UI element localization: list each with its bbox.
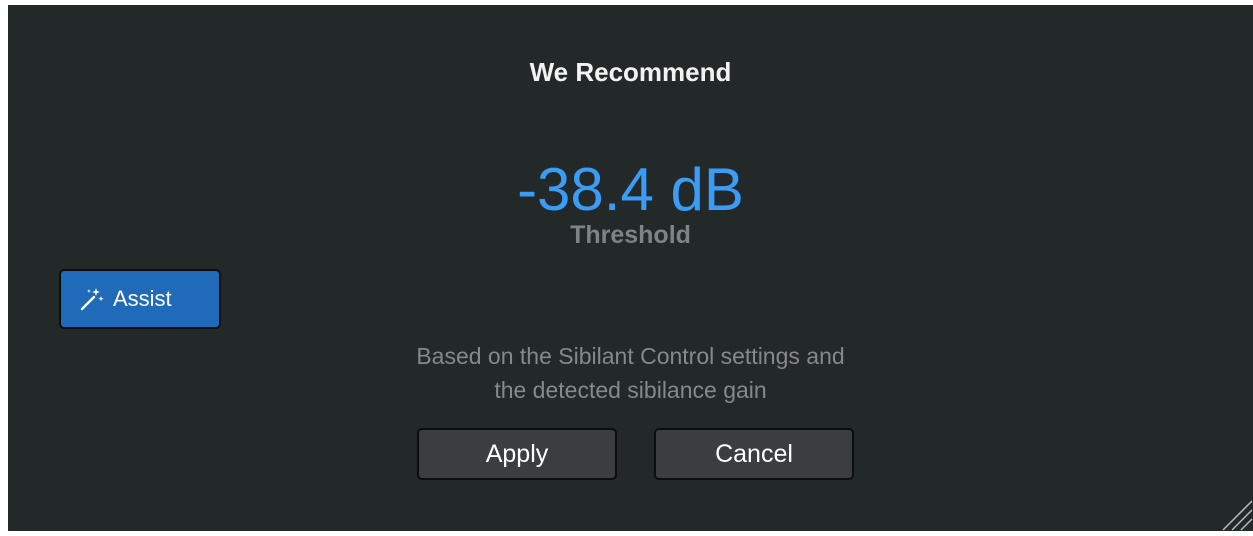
- assist-button-label: Assist: [113, 286, 172, 311]
- cancel-button[interactable]: Cancel: [654, 428, 854, 480]
- recommendation-description: Based on the Sibilant Control settings a…: [8, 339, 1253, 407]
- description-line-1: Based on the Sibilant Control settings a…: [416, 343, 845, 369]
- magic-wand-icon: [79, 286, 105, 312]
- description-line-2: the detected sibilance gain: [494, 377, 767, 403]
- threshold-value: -38.4 dB: [517, 156, 744, 223]
- assist-button[interactable]: Assist: [59, 269, 221, 329]
- resize-handle-icon[interactable]: [1217, 495, 1253, 531]
- dialog-title: We Recommend: [529, 57, 732, 87]
- threshold-label: Threshold: [570, 221, 691, 249]
- apply-button[interactable]: Apply: [417, 428, 617, 480]
- recommendation-dialog: We Recommend -38.4 dB Threshold Assist B…: [8, 5, 1253, 531]
